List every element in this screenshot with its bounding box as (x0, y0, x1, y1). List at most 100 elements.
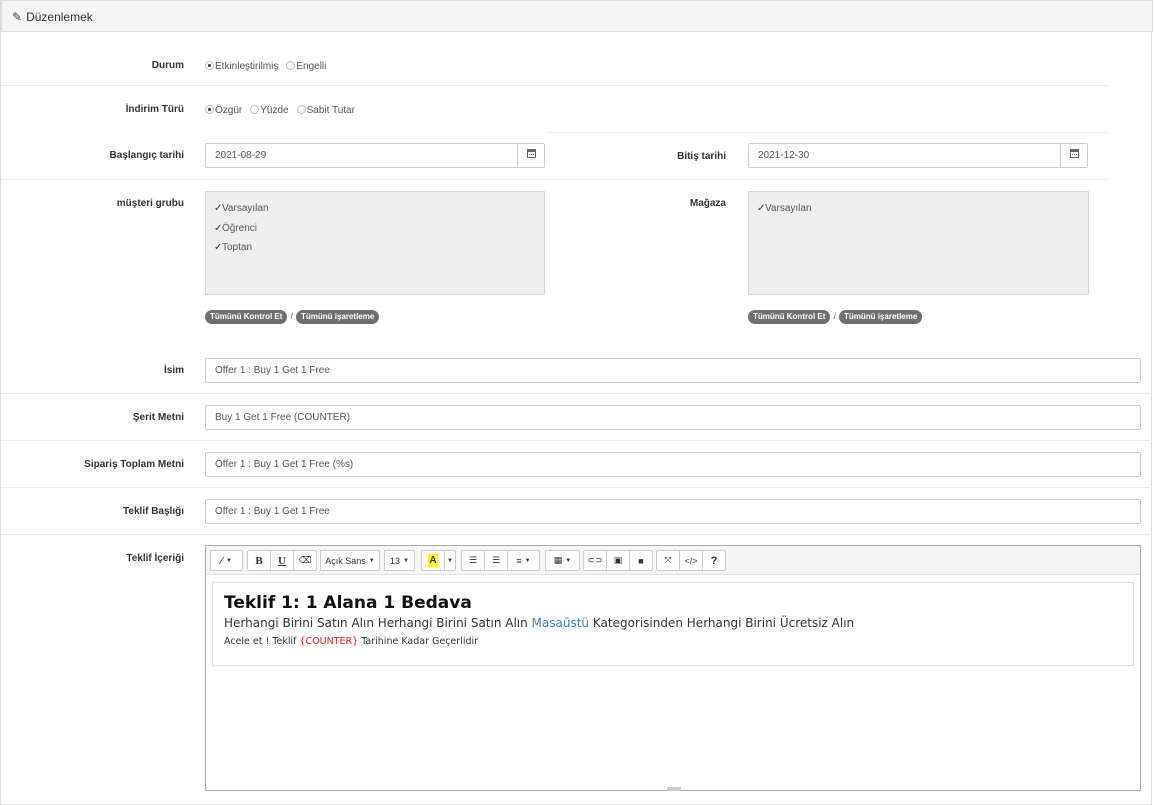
text-color-button[interactable]: A (421, 550, 445, 571)
start-date-calendar-button[interactable] (517, 143, 545, 168)
link-icon: ⊂⊃ (587, 555, 603, 565)
video-icon: ■ (638, 555, 644, 566)
customer-group-check-all[interactable]: Tümünü Kontrol Et (205, 310, 288, 324)
divider (1, 393, 1153, 394)
store-uncheck-all[interactable]: Tümünü işaretleme (838, 310, 923, 324)
radio-checked-icon[interactable] (205, 105, 214, 114)
image-icon: ▣ (613, 555, 623, 565)
fullscreen-icon: ⤧ (664, 555, 672, 565)
paragraph-align-dropdown[interactable]: ≡ ▼ (507, 550, 540, 571)
discount-option-free[interactable]: Özgür (205, 105, 242, 116)
ordered-list-button[interactable]: ☰ (484, 550, 508, 571)
divider (1, 85, 1109, 86)
offer-title-input[interactable]: Offer 1 : Buy 1 Get 1 Free (205, 499, 1141, 524)
unordered-list-button[interactable]: ☰ (461, 550, 485, 571)
name-label: İsim (163, 365, 184, 376)
discount-option-percent[interactable]: Yüzde (250, 105, 289, 116)
order-total-label: Sipariş Toplam Metni (84, 459, 184, 470)
paragraph-group: ☰ ☰ ≡ ▼ (461, 550, 540, 571)
counter-token: {COUNTER} (299, 636, 359, 647)
customer-group-item[interactable]: ✓Toptan (214, 242, 544, 262)
discount-type-label: İndirim Türü (125, 104, 184, 115)
customer-group-item[interactable]: ✓Varsayılan (214, 203, 544, 223)
table-group: ▦ ▼ (545, 550, 580, 571)
font-size-dropdown[interactable]: 13 ▼ (384, 550, 415, 571)
customer-group-item[interactable]: ✓Öğrenci (214, 223, 544, 243)
status-option-enabled[interactable]: Etkinleştirilmiş (205, 61, 278, 72)
discount-option-fixed[interactable]: Sabit Tutar (296, 105, 355, 116)
editor-content[interactable]: Teklif 1: 1 Alana 1 Bedava Herhangi Biri… (212, 582, 1134, 666)
status-label: Durum (151, 60, 184, 71)
numbered-list-icon: ☰ (491, 555, 501, 565)
check-icon[interactable]: ✓ (214, 223, 222, 234)
codeview-button[interactable]: </> (679, 550, 703, 571)
color-group: A ▼ (421, 550, 456, 571)
radio-unchecked-icon[interactable] (296, 105, 306, 114)
end-date-input[interactable]: 2021-12-30 (748, 143, 1062, 168)
pencil-icon: ✎ (12, 10, 23, 24)
underline-button[interactable]: U (270, 550, 294, 571)
calendar-icon (1069, 149, 1079, 158)
customer-group-select-links: Tümünü Kontrol Et / Tümünü işaretleme (205, 310, 380, 324)
category-link[interactable]: Masaüstü (532, 616, 589, 630)
eraser-button[interactable]: ⌫ (293, 550, 317, 571)
highlight-color-icon: A (428, 554, 438, 567)
divider (546, 132, 1109, 133)
fullscreen-button[interactable]: ⤧ (656, 550, 680, 571)
check-icon[interactable]: ✓ (757, 203, 765, 214)
link-button[interactable]: ⊂⊃ (583, 550, 607, 571)
store-select-links: Tümünü Kontrol Et / Tümünü işaretleme (748, 310, 923, 324)
ribbon-label: Şerit Metni (132, 412, 184, 423)
font-name-group: Açık Sans ▼ (320, 550, 380, 571)
editor-resize-handle[interactable] (667, 787, 681, 791)
radio-unchecked-icon[interactable] (250, 105, 260, 114)
eraser-icon: ⌫ (298, 555, 312, 565)
customer-group-uncheck-all[interactable]: Tümünü işaretleme (295, 310, 380, 324)
store-label: Mağaza (689, 198, 726, 209)
status-option-disabled[interactable]: Engelli (286, 61, 326, 72)
color-dropdown-toggle[interactable]: ▼ (444, 550, 456, 571)
divider (1, 440, 1153, 441)
status-radio-group: Etkinleştirilmiş Engelli (205, 61, 334, 72)
offer-title-label: Teklif Başlığı (123, 506, 184, 517)
font-name-dropdown[interactable]: Açık Sans ▼ (320, 550, 380, 571)
view-group: ⤧ </> ? (656, 550, 726, 571)
picture-button[interactable]: ▣ (606, 550, 630, 571)
offer-heading: Teklif 1: 1 Alana 1 Bedava (224, 593, 472, 613)
store-item[interactable]: ✓Varsayılan (757, 203, 1088, 223)
rich-text-editor: ⁄ ▼ B U ⌫ Açık Sans ▼ 13 ▼ A ▼ ☰ ☰ ≡ ▼ ▦… (205, 545, 1141, 791)
end-date-label: Bitiş tarihi (677, 151, 726, 162)
font-style-group: B U ⌫ (247, 550, 317, 571)
radio-checked-icon[interactable] (205, 61, 214, 70)
divider (1, 179, 1109, 180)
order-total-input[interactable]: Offer 1 : Buy 1 Get 1 Free (%s) (205, 452, 1141, 477)
ribbon-input[interactable]: Buy 1 Get 1 Free (COUNTER) (205, 405, 1141, 430)
bullet-list-icon: ☰ (468, 555, 478, 565)
check-icon[interactable]: ✓ (214, 242, 222, 253)
style-group: ⁄ ▼ (210, 550, 243, 571)
customer-group-label: müşteri grubu (116, 198, 184, 209)
edit-panel: ✎ Düzenlemek Durum Etkinleştirilmiş Engell… (0, 0, 1153, 805)
table-button[interactable]: ▦ ▼ (545, 550, 580, 571)
help-button[interactable]: ? (702, 550, 726, 571)
divider (1, 534, 1153, 535)
video-button[interactable]: ■ (629, 550, 653, 571)
check-icon[interactable]: ✓ (214, 203, 222, 214)
end-date-calendar-button[interactable] (1060, 143, 1088, 168)
editor-toolbar: ⁄ ▼ B U ⌫ Açık Sans ▼ 13 ▼ A ▼ ☰ ☰ ≡ ▼ ▦… (206, 546, 1140, 575)
magic-wand-icon: ⁄ (221, 554, 223, 567)
bold-button[interactable]: B (247, 550, 271, 571)
magic-wand-button[interactable]: ⁄ ▼ (210, 550, 243, 571)
start-date-input[interactable]: 2021-08-29 (205, 143, 519, 168)
store-check-all[interactable]: Tümünü Kontrol Et (748, 310, 831, 324)
start-date-label: Başlangıç tarihi (109, 150, 184, 161)
table-icon: ▦ (553, 555, 563, 565)
divider (1, 487, 1153, 488)
name-input[interactable]: Offer 1 : Buy 1 Get 1 Free (205, 358, 1141, 383)
calendar-icon (526, 149, 536, 158)
font-size-group: 13 ▼ (384, 550, 415, 571)
discount-type-radio-group: Özgür Yüzde Sabit Tutar (205, 105, 363, 116)
customer-group-list: ✓Varsayılan ✓Öğrenci ✓Toptan (205, 191, 545, 295)
radio-unchecked-icon[interactable] (286, 61, 296, 70)
panel-heading: ✎ Düzenlemek (1, 0, 1153, 32)
